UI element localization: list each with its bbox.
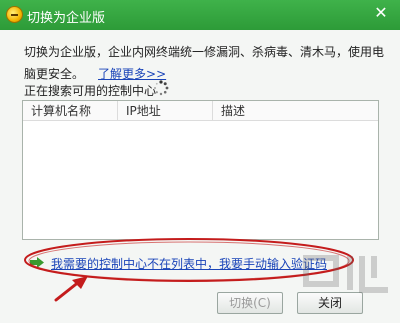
watermark-logo [303, 255, 388, 293]
close-icon[interactable]: ✕ [372, 4, 390, 22]
annotation-arrow [54, 276, 88, 302]
learn-more-link[interactable]: 了解更多>> [98, 67, 166, 81]
title-bar: 切换为企业版 ✕ [0, 0, 400, 30]
window-title: 切换为企业版 [27, 11, 106, 26]
list-header: 计算机名称 IP地址 描述 [23, 101, 378, 121]
switch-button[interactable]: 切换(C) [217, 292, 283, 314]
column-header-computer-name[interactable]: 计算机名称 [23, 101, 118, 121]
column-header-ip[interactable]: IP地址 [118, 101, 213, 121]
loading-spinner-icon [154, 80, 169, 96]
column-header-description[interactable]: 描述 [213, 101, 380, 121]
control-center-list[interactable]: 计算机名称 IP地址 描述 [22, 100, 379, 240]
description-text: 切换为企业版，企业内网终端统一修漏洞、杀病毒、清木马，使用电脑更安全。 [24, 45, 385, 81]
description: 切换为企业版，企业内网终端统一修漏洞、杀病毒、清木马，使用电脑更安全。 了解更多>… [24, 41, 384, 85]
app-icon [6, 6, 23, 23]
search-status: 正在搜索可用的控制中心 [24, 84, 157, 98]
